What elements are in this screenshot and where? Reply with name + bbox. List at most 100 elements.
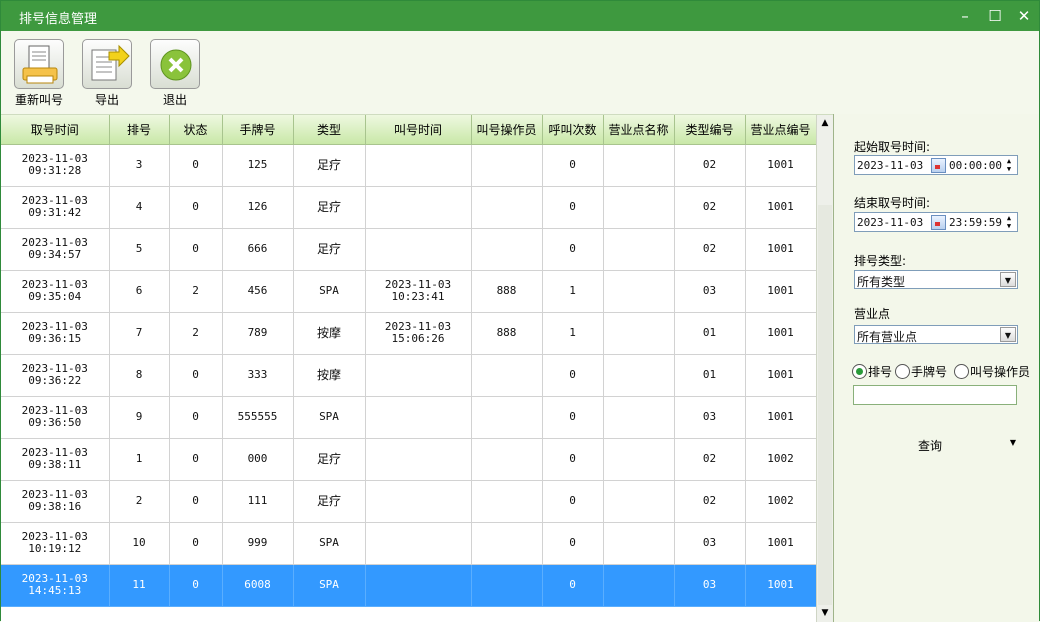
- exit-button[interactable]: 退出: [145, 39, 205, 109]
- table-cell[interactable]: 1001: [745, 186, 817, 229]
- maximize-button[interactable]: ☐: [985, 6, 1005, 26]
- table-cell[interactable]: 1001: [745, 270, 817, 313]
- table-cell[interactable]: 足疗: [293, 144, 366, 187]
- column-header[interactable]: 类型编号: [674, 115, 746, 145]
- radio-unchecked-icon[interactable]: [954, 364, 969, 379]
- table-cell[interactable]: 1002: [745, 438, 817, 481]
- table-cell[interactable]: 7: [109, 312, 170, 355]
- table-cell[interactable]: 02: [674, 480, 746, 523]
- table-cell[interactable]: 0: [169, 396, 223, 439]
- column-header[interactable]: 状态: [169, 115, 223, 145]
- table-cell[interactable]: 按摩: [293, 312, 366, 355]
- table-cell[interactable]: 02: [674, 144, 746, 187]
- table-cell[interactable]: 0: [169, 522, 223, 565]
- table-cell[interactable]: [603, 312, 675, 355]
- column-header[interactable]: 排号: [109, 115, 170, 145]
- table-cell[interactable]: 2: [169, 270, 223, 313]
- table-cell[interactable]: [603, 354, 675, 397]
- table-cell[interactable]: SPA: [293, 270, 366, 313]
- table-cell[interactable]: 足疗: [293, 186, 366, 229]
- table-cell[interactable]: 0: [169, 354, 223, 397]
- table-cell[interactable]: 2023-11-03 09:38:11: [1, 438, 110, 481]
- calendar-icon[interactable]: [931, 158, 946, 173]
- table-cell[interactable]: 足疗: [293, 228, 366, 271]
- scroll-down-icon[interactable]: ▼: [817, 605, 833, 621]
- table-cell[interactable]: 456: [222, 270, 294, 313]
- table-cell[interactable]: [603, 396, 675, 439]
- table-cell[interactable]: SPA: [293, 522, 366, 565]
- table-cell[interactable]: 01: [674, 312, 746, 355]
- table-cell[interactable]: 0: [542, 186, 604, 229]
- table-cell[interactable]: 11: [109, 564, 170, 607]
- keyword-input[interactable]: [853, 385, 1017, 405]
- table-cell[interactable]: 2023-11-03 09:36:50: [1, 396, 110, 439]
- table-cell[interactable]: 2023-11-03 10:23:41: [365, 270, 472, 313]
- radio-operator[interactable]: 叫号操作员: [954, 363, 1030, 380]
- table-cell[interactable]: 1001: [745, 396, 817, 439]
- export-button[interactable]: 导出: [77, 39, 137, 109]
- table-cell[interactable]: 3: [109, 144, 170, 187]
- table-cell[interactable]: 0: [169, 144, 223, 187]
- table-cell[interactable]: 1002: [745, 480, 817, 523]
- table-cell[interactable]: 03: [674, 270, 746, 313]
- table-cell[interactable]: 1001: [745, 228, 817, 271]
- table-cell[interactable]: 888: [471, 270, 543, 313]
- table-cell[interactable]: 0: [542, 228, 604, 271]
- table-row[interactable]: 2023-11-03 14:45:13 11 0 6008 SPA 0 03 1001: [1, 564, 817, 607]
- chevron-down-icon[interactable]: ▼: [1000, 327, 1016, 342]
- table-cell[interactable]: [471, 522, 543, 565]
- table-cell[interactable]: 111: [222, 480, 294, 523]
- table-cell[interactable]: [365, 522, 472, 565]
- table-cell[interactable]: 按摩: [293, 354, 366, 397]
- table-cell[interactable]: 2023-11-03 09:34:57: [1, 228, 110, 271]
- table-cell[interactable]: 2023-11-03 14:45:13: [1, 564, 110, 607]
- column-header[interactable]: 营业点名称: [603, 115, 675, 145]
- chevron-down-icon[interactable]: ▼: [1000, 272, 1016, 287]
- table-cell[interactable]: 0: [169, 228, 223, 271]
- table-cell[interactable]: [471, 186, 543, 229]
- table-cell[interactable]: [471, 144, 543, 187]
- table-cell[interactable]: [603, 564, 675, 607]
- table-cell[interactable]: 1001: [745, 312, 817, 355]
- table-cell[interactable]: 0: [542, 144, 604, 187]
- table-cell[interactable]: 1: [542, 312, 604, 355]
- table-cell[interactable]: [603, 186, 675, 229]
- table-cell[interactable]: 0: [169, 480, 223, 523]
- table-cell[interactable]: [603, 480, 675, 523]
- scroll-up-icon[interactable]: ▲: [817, 115, 833, 131]
- radio-checked-icon[interactable]: [852, 364, 867, 379]
- table-cell[interactable]: [603, 522, 675, 565]
- dropdown-arrow-icon[interactable]: ▼: [1010, 438, 1016, 447]
- table-cell[interactable]: [365, 564, 472, 607]
- table-cell[interactable]: 4: [109, 186, 170, 229]
- table-cell[interactable]: 0: [542, 354, 604, 397]
- table-row[interactable]: 2023-11-03 09:31:28 3 0 125 足疗 0 02 1001: [1, 144, 817, 187]
- table-cell[interactable]: 1001: [745, 354, 817, 397]
- query-button[interactable]: 查询 ▼: [854, 434, 1020, 456]
- table-cell[interactable]: 03: [674, 396, 746, 439]
- end-time-value[interactable]: 23:59:59: [949, 216, 1002, 229]
- spinner-icon[interactable]: ▲ ▼: [1002, 157, 1016, 173]
- table-cell[interactable]: 0: [542, 522, 604, 565]
- spinner-icon[interactable]: ▲ ▼: [1002, 214, 1016, 230]
- table-cell[interactable]: 1001: [745, 522, 817, 565]
- radio-unchecked-icon[interactable]: [895, 364, 910, 379]
- table-cell[interactable]: [471, 564, 543, 607]
- table-cell[interactable]: 2023-11-03 09:35:04: [1, 270, 110, 313]
- table-cell[interactable]: 555555: [222, 396, 294, 439]
- queue-type-select[interactable]: 所有类型 ▼: [854, 270, 1018, 289]
- column-header[interactable]: 叫号操作员: [471, 115, 543, 145]
- table-cell[interactable]: [365, 144, 472, 187]
- column-header[interactable]: 呼叫次数: [542, 115, 604, 145]
- minimize-button[interactable]: –: [955, 6, 975, 26]
- table-cell[interactable]: SPA: [293, 396, 366, 439]
- table-cell[interactable]: [365, 228, 472, 271]
- table-row[interactable]: 2023-11-03 09:31:42 4 0 126 足疗 0 02 1001: [1, 186, 817, 229]
- table-cell[interactable]: 5: [109, 228, 170, 271]
- table-cell[interactable]: 2023-11-03 09:36:22: [1, 354, 110, 397]
- table-cell[interactable]: 1: [542, 270, 604, 313]
- close-button[interactable]: ✕: [1014, 6, 1034, 26]
- table-cell[interactable]: 126: [222, 186, 294, 229]
- column-header[interactable]: 叫号时间: [365, 115, 472, 145]
- radio-queue-number[interactable]: 排号: [852, 363, 892, 380]
